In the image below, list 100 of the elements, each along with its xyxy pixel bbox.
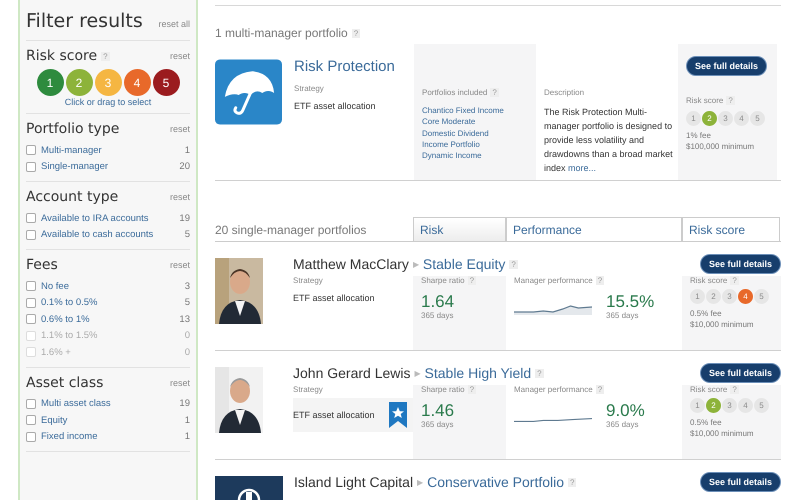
sort-tab[interactable]: Risk bbox=[413, 217, 506, 241]
option-count: 1 bbox=[184, 431, 190, 442]
minimum-text: $10,000 minimum bbox=[690, 319, 755, 330]
reset-link[interactable]: reset bbox=[170, 124, 190, 134]
field-label: Sharpe ratio bbox=[421, 385, 465, 394]
option-count: 5 bbox=[184, 297, 190, 308]
field-label: Risk score bbox=[690, 276, 728, 285]
portfolio-link[interactable]: Chantico Fixed Income bbox=[422, 105, 536, 116]
risk-dot: 1 bbox=[690, 398, 705, 413]
portfolio-link[interactable]: Income Portfolio bbox=[422, 138, 536, 150]
field-label: Sharpe ratio bbox=[421, 276, 465, 285]
strategy-value: ETF asset allocation bbox=[293, 293, 375, 303]
section-title: Account type bbox=[26, 189, 118, 205]
risk-score-button[interactable]: 5 bbox=[152, 69, 180, 96]
field-label: Strategy bbox=[294, 84, 325, 93]
reset-all-link[interactable]: reset all bbox=[158, 19, 190, 29]
risk-dot: 4 bbox=[738, 398, 753, 413]
risk-score-button[interactable]: 4 bbox=[124, 69, 150, 96]
portfolio-name-link[interactable]: Risk Protection bbox=[294, 58, 414, 75]
see-full-details-button[interactable]: See full details bbox=[700, 472, 781, 492]
checkbox[interactable] bbox=[26, 281, 36, 292]
period-text: 365 days bbox=[421, 420, 454, 429]
see-full-details-button[interactable]: See full details bbox=[700, 254, 781, 274]
risk-dot: 1 bbox=[686, 111, 701, 126]
option-count: 1 bbox=[184, 144, 190, 156]
field-label: Risk score bbox=[690, 385, 728, 394]
section-heading: 1 multi-manager portfolio bbox=[215, 26, 348, 40]
risk-dot: 1 bbox=[690, 289, 705, 304]
option-count: 0 bbox=[184, 330, 190, 342]
minimum-text: $100,000 minimum bbox=[686, 141, 756, 152]
portfolio-name-link[interactable]: Conservative Portfolio bbox=[427, 474, 564, 490]
option-count: 19 bbox=[179, 212, 190, 224]
option-count: 3 bbox=[184, 280, 190, 292]
checkbox[interactable] bbox=[26, 145, 36, 156]
period-text: 365 days bbox=[606, 420, 640, 429]
section-title: Fees bbox=[26, 257, 58, 273]
risk-dot: 3 bbox=[722, 398, 737, 413]
sort-tab[interactable]: Performance bbox=[506, 217, 682, 241]
reset-link[interactable]: reset bbox=[170, 51, 190, 61]
filter-option-link[interactable]: Available to IRA accounts bbox=[41, 212, 149, 224]
checkbox[interactable] bbox=[26, 314, 36, 324]
period-text: 365 days bbox=[421, 311, 454, 320]
risk-score-button[interactable]: 1 bbox=[36, 69, 64, 96]
filter-option-link[interactable]: Available to cash accounts bbox=[41, 229, 154, 240]
option-count: 13 bbox=[179, 314, 190, 325]
risk-dot: 2 bbox=[706, 289, 721, 304]
filter-option-link[interactable]: Multi asset class bbox=[41, 398, 111, 410]
option-count: 5 bbox=[184, 229, 190, 240]
portfolio-link[interactable]: Domestic Dividend bbox=[422, 128, 536, 139]
field-label: Manager performance bbox=[514, 276, 593, 285]
checkbox[interactable] bbox=[26, 415, 36, 426]
checkbox[interactable] bbox=[26, 162, 36, 172]
checkbox[interactable] bbox=[26, 230, 36, 240]
field-label: Risk score bbox=[686, 96, 724, 105]
sort-tab[interactable]: Risk score bbox=[682, 217, 780, 241]
minimum-text: $10,000 minimum bbox=[690, 428, 755, 439]
portfolio-link[interactable]: Dynamic Income bbox=[422, 150, 536, 162]
checkbox[interactable] bbox=[26, 298, 36, 308]
field-label: Strategy bbox=[293, 276, 324, 285]
sharpe-value: 1.64 bbox=[421, 293, 456, 311]
manager-name: Matthew MacClary bbox=[293, 256, 409, 272]
filter-option-link[interactable]: Multi-manager bbox=[41, 144, 102, 156]
reset-link[interactable]: reset bbox=[170, 192, 190, 202]
see-full-details-button[interactable]: See full details bbox=[686, 56, 768, 76]
strategy-value: ETF asset allocation bbox=[293, 410, 375, 420]
checkbox[interactable] bbox=[26, 398, 36, 409]
section-heading: 20 single-manager portfolios bbox=[215, 223, 368, 239]
filter-option-link[interactable]: 0.1% to 0.5% bbox=[41, 297, 98, 308]
risk-dot: 2 bbox=[706, 398, 721, 413]
field-label: Description bbox=[544, 88, 586, 97]
filter-option-link[interactable]: Equity bbox=[41, 414, 68, 426]
filter-option-link[interactable]: Single-manager bbox=[41, 161, 108, 172]
see-full-details-button[interactable]: See full details bbox=[700, 363, 781, 383]
filter-option-link[interactable]: 0.6% to 1% bbox=[41, 314, 90, 325]
risk-dot: 5 bbox=[750, 111, 765, 126]
risk-dot: 3 bbox=[722, 289, 737, 304]
filter-option-link[interactable]: Fixed income bbox=[41, 431, 98, 442]
manager-name: Island Light Capital bbox=[294, 474, 414, 490]
portfolio-name-link[interactable]: Stable High Yield bbox=[424, 365, 532, 381]
checkbox[interactable] bbox=[26, 432, 36, 442]
field-label: Strategy bbox=[293, 385, 324, 394]
filter-option-link[interactable]: No fee bbox=[41, 280, 69, 292]
reset-link[interactable]: reset bbox=[170, 260, 190, 270]
portfolio-name-link[interactable]: Stable Equity bbox=[422, 256, 506, 272]
risk-dot: 4 bbox=[734, 111, 749, 126]
option-count: 19 bbox=[179, 398, 190, 410]
filter-title: Filter results bbox=[26, 10, 143, 32]
portfolio-link[interactable]: Core Moderate bbox=[422, 116, 536, 128]
breadcrumb-arrow: ▶ bbox=[412, 260, 419, 268]
section-title: Portfolio type bbox=[26, 121, 120, 137]
section-title: Risk score bbox=[26, 48, 98, 64]
risk-dot: 3 bbox=[718, 111, 733, 126]
fee-text: 0.5% fee bbox=[690, 308, 723, 319]
risk-dot: 4 bbox=[738, 289, 753, 304]
more-link[interactable]: more... bbox=[568, 163, 596, 173]
checkbox[interactable] bbox=[26, 213, 36, 224]
field-label: Portfolios included bbox=[422, 88, 488, 97]
manager-name: John Gerard Lewis bbox=[293, 365, 411, 381]
reset-link[interactable]: reset bbox=[170, 378, 190, 388]
sharpe-value: 1.46 bbox=[421, 402, 456, 420]
